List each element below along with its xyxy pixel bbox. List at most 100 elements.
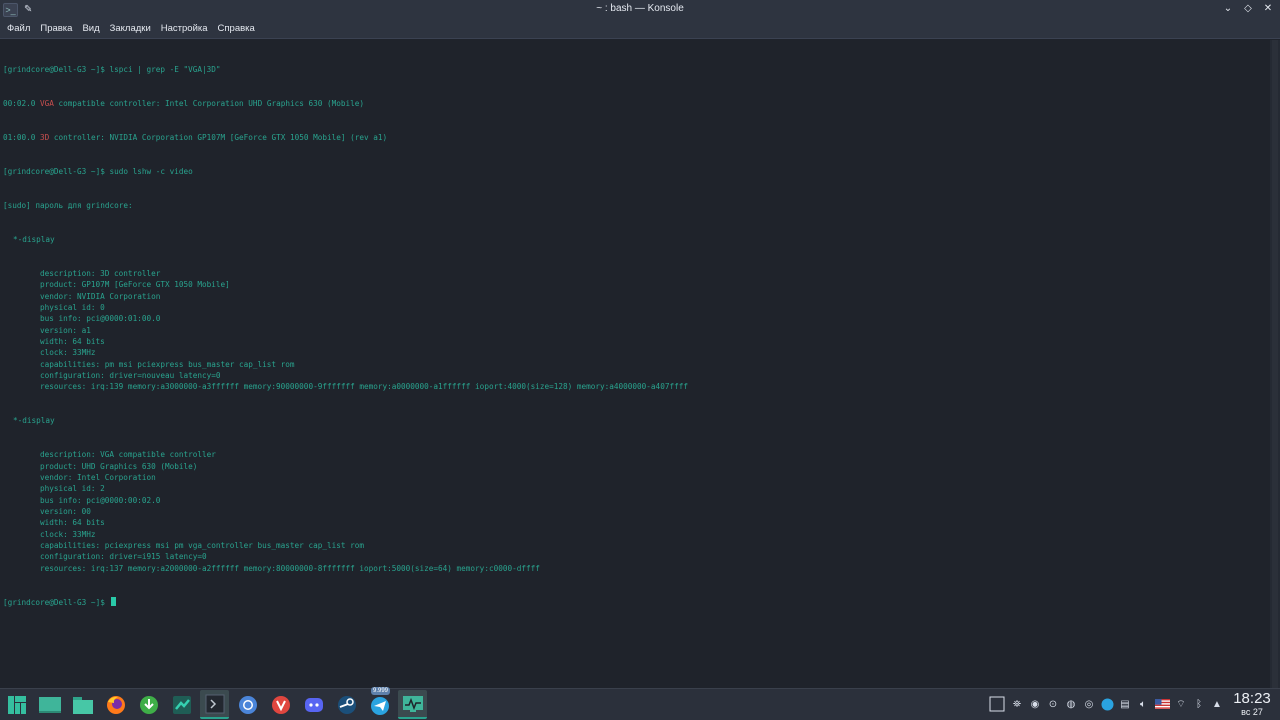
discord-task[interactable] <box>299 690 328 719</box>
display-property-line: vendor: Intel Corporation <box>40 473 156 483</box>
telegram-task[interactable]: 9.999 <box>365 687 394 719</box>
chromium-task[interactable] <box>233 690 262 719</box>
display-property-line: capabilities: pciexpress msi pm vga_cont… <box>40 541 364 551</box>
display-property-line: configuration: driver=i915 latency=0 <box>40 552 207 562</box>
system-tray: ⛯ ◉ ⊙ ◍ ◎ ▤ 🔈︎ ⌔ ᛒ ▲ <box>988 696 1224 712</box>
menu-view[interactable]: Вид <box>77 19 104 39</box>
red-app-icon <box>271 695 290 714</box>
maximize-diamond-icon[interactable]: ◇ <box>1242 2 1254 16</box>
display-property-line: physical id: 0 <box>40 302 105 312</box>
pci-desc: controller: NVIDIA Corporation GP107M [G… <box>49 132 388 142</box>
display-header: *-display <box>13 234 55 244</box>
chrome-tray-icon[interactable]: ◎ <box>1082 697 1096 711</box>
shell-prompt: [grindcore@Dell-G3 ~]$ <box>3 597 110 607</box>
pci-address: 00:02.0 <box>3 98 41 108</box>
grep-match-3d: 3D <box>40 132 50 142</box>
steam-task[interactable] <box>332 690 361 719</box>
window-titlebar[interactable]: >_ ✎ ~ : bash — Konsole ⌄ ◇ ✕ <box>0 0 1280 19</box>
pci-desc: compatible controller: Intel Corporation… <box>53 98 365 108</box>
terminal-scrollbar[interactable] <box>1270 40 1280 688</box>
notification-badge: 9.999 <box>371 687 391 695</box>
tray-expand-chevron-icon[interactable]: ▲ <box>1210 697 1224 711</box>
display-property-line: clock: 33MHz <box>40 348 96 358</box>
folder-icon <box>72 696 93 714</box>
clock-time: 18:23 <box>1233 690 1271 707</box>
grep-match-vga: VGA <box>40 98 54 108</box>
scrollbar-thumb[interactable] <box>1272 40 1278 688</box>
firefox-icon <box>106 695 125 714</box>
clipboard-icon[interactable]: ▤ <box>1118 697 1132 711</box>
telegram-tray-icon[interactable] <box>1100 697 1114 711</box>
software-manager-task[interactable] <box>167 690 196 719</box>
telegram-icon <box>370 696 389 715</box>
display-property-line: bus info: pci@0000:01:00.0 <box>40 314 161 324</box>
menu-edit[interactable]: Правка <box>35 19 77 39</box>
vivaldi-task[interactable] <box>266 690 295 719</box>
menu-settings[interactable]: Настройка <box>156 19 213 39</box>
terminal-cursor <box>111 596 117 606</box>
steam-tray-icon[interactable]: ◍ <box>1064 697 1078 711</box>
display-property-line: product: GP107M [GeForce GTX 1050 Mobile… <box>40 280 230 290</box>
chromium-icon <box>238 695 257 714</box>
display-property-line: physical id: 2 <box>40 484 105 494</box>
application-menu-button[interactable] <box>2 690 31 719</box>
discord-tray-icon[interactable]: ◉ <box>1028 697 1042 711</box>
display-property-line: version: 00 <box>40 507 91 517</box>
desktop-pager-icon <box>38 696 61 713</box>
terminal-line: 01:00.0 3D controller: NVIDIA Corporatio… <box>3 132 1270 143</box>
display-property-line: description: 3D controller <box>40 268 161 278</box>
menu-bar: Файл Правка Вид Закладки Настройка Справ… <box>0 19 1280 39</box>
manjaro-logo-icon <box>7 695 26 714</box>
terminal-icon <box>205 694 224 713</box>
close-icon[interactable]: ✕ <box>1262 2 1274 16</box>
display-1-details: description: 3D controller product: GP107… <box>3 268 1270 393</box>
terminal-prompt-line: [grindcore@Dell-G3 ~]$ <box>3 596 1270 608</box>
display-property-line: description: VGA compatible controller <box>40 450 216 460</box>
clock-date: вс 27 <box>1241 707 1263 717</box>
taskbar: 9.999 ⛯ ◉ ⊙ ◍ ◎ ▤ 🔈︎ ⌔ ᛒ ▲ 18:23 вс 27 <box>0 687 1280 720</box>
display-property-line: width: 64 bits <box>40 518 105 528</box>
display-property-line: width: 64 bits <box>40 336 105 346</box>
display-property-line: resources: irq:137 memory:a2000000-a2fff… <box>40 563 540 573</box>
display-2-details: description: VGA compatible controller pr… <box>3 449 1270 574</box>
display-property-line: resources: irq:139 memory:a3000000-a3fff… <box>40 382 688 392</box>
wifi-icon[interactable]: ⌔ <box>1174 697 1188 711</box>
weather-icon[interactable]: ⛯ <box>1010 697 1024 711</box>
show-desktop-button[interactable] <box>35 690 64 719</box>
display-property-line: version: a1 <box>40 325 91 335</box>
display-property-line: vendor: NVIDIA Corporation <box>40 291 161 301</box>
system-monitor-task[interactable] <box>398 690 427 719</box>
display-property-line: product: UHD Graphics 630 (Mobile) <box>40 461 198 471</box>
bluetooth-icon[interactable]: ᛒ <box>1192 697 1206 711</box>
menu-help[interactable]: Справка <box>213 19 260 39</box>
pin-icon[interactable]: ✎ <box>24 4 34 16</box>
terminal-output[interactable]: [grindcore@Dell-G3 ~]$ lspci | grep -E "… <box>0 40 1270 688</box>
display-property-line: bus info: pci@0000:00:02.0 <box>40 495 161 505</box>
display-property-line: clock: 33MHz <box>40 529 96 539</box>
download-icon <box>139 695 158 714</box>
pci-address: 01:00.0 <box>3 132 41 142</box>
steam-icon <box>337 695 356 714</box>
terminal-line: 00:02.0 VGA compatible controller: Intel… <box>3 98 1270 109</box>
us-flag-keyboard-layout-icon[interactable] <box>1154 697 1170 711</box>
display-header: *-display <box>13 416 55 426</box>
discord-icon <box>304 697 323 712</box>
konsole-task[interactable] <box>200 690 229 719</box>
downloader-task[interactable] <box>134 690 163 719</box>
update-icon[interactable]: ⊙ <box>1046 697 1060 711</box>
window-square-icon[interactable] <box>988 696 1006 712</box>
firefox-task[interactable] <box>101 690 130 719</box>
digital-clock[interactable]: 18:23 вс 27 <box>1230 690 1274 718</box>
volume-icon[interactable]: 🔈︎ <box>1136 697 1150 711</box>
menu-file[interactable]: Файл <box>2 19 35 39</box>
minimize-chevron-icon[interactable]: ⌄ <box>1222 2 1234 16</box>
konsole-app-icon[interactable]: >_ <box>3 3 18 17</box>
terminal-line: [sudo] пароль для grindcore: <box>3 200 133 210</box>
menu-bookmarks[interactable]: Закладки <box>105 19 156 39</box>
terminal-line: [grindcore@Dell-G3 ~]$ lspci | grep -E "… <box>3 64 221 74</box>
terminal-line: [grindcore@Dell-G3 ~]$ sudo lshw -c vide… <box>3 166 193 176</box>
file-manager-task[interactable] <box>68 690 97 719</box>
display-property-line: capabilities: pm msi pciexpress bus_mast… <box>40 359 295 369</box>
package-manager-icon <box>172 695 191 714</box>
display-property-line: configuration: driver=nouveau latency=0 <box>40 370 221 380</box>
